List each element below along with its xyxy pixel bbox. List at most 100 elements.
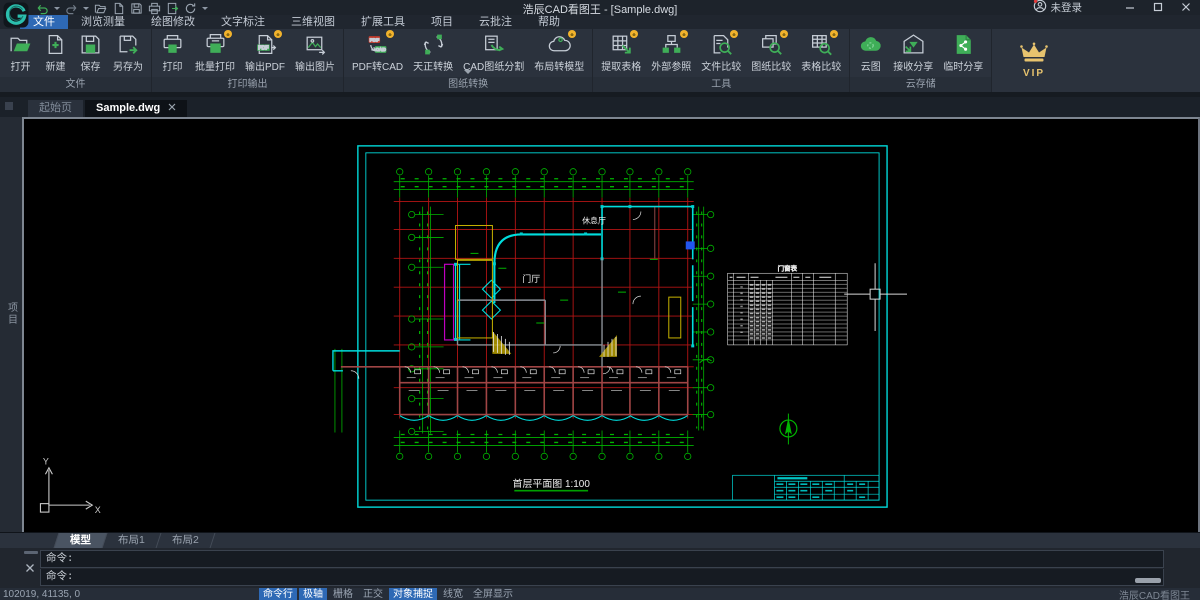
toggle-grid[interactable]: 栅格 (329, 588, 357, 600)
plan-title: 首层平面图 1:100 (513, 477, 591, 490)
ribbon-group-label: 工具 (593, 77, 849, 92)
cloud-drawing-button[interactable]: 云图 (853, 31, 888, 74)
vip-badge-icon (680, 30, 688, 38)
app-logo-icon[interactable] (3, 2, 29, 28)
undo-dropdown-icon[interactable] (54, 7, 60, 13)
extract-table-icon (609, 32, 634, 57)
layout-tab-layout1[interactable]: 布局1 (103, 533, 162, 548)
layout-tab-layout2[interactable]: 布局2 (156, 533, 215, 548)
tab-start-page[interactable]: 起始页 (28, 100, 83, 117)
menu-bar: 文件 浏览测量 绘图修改 文字标注 三维视图 扩展工具 项目 云批注 帮助 (0, 15, 1200, 29)
qat-save-icon[interactable] (130, 2, 143, 15)
close-button[interactable] (1180, 1, 1192, 13)
ribbon-group-label: 文件 (0, 77, 151, 92)
drawing-canvas[interactable]: 门窗表 休息厅 门厅 首层平面图 1:100 (22, 117, 1200, 532)
export-pdf-button[interactable]: PDF 输出PDF (240, 31, 290, 74)
pdf-to-cad-button[interactable]: PDF CAD PDF转CAD (347, 31, 408, 74)
wall-grips (454, 205, 694, 347)
temp-share-button[interactable]: 临时分享 (938, 31, 988, 74)
panel-toggle-icon[interactable] (5, 102, 13, 110)
menu-cloud-annotate[interactable]: 云批注 (466, 15, 525, 29)
user-avatar-icon (1033, 0, 1047, 16)
qat-open-icon[interactable] (94, 2, 107, 15)
command-scrollbar-thumb[interactable] (1135, 578, 1161, 583)
menu-browse-measure[interactable]: 浏览测量 (68, 15, 138, 29)
open-button[interactable]: 打开 (3, 31, 38, 74)
print-button[interactable]: 打印 (155, 31, 190, 74)
tab-close-icon[interactable] (168, 100, 176, 117)
cloud-drawing-icon (858, 32, 883, 57)
vip-label: VIP (1023, 68, 1045, 79)
menu-draw-modify[interactable]: 绘图修改 (138, 15, 208, 29)
left-panel-strip: 项目 (0, 117, 22, 532)
menu-project[interactable]: 项目 (418, 15, 466, 29)
cad-split-icon (481, 32, 506, 57)
new-button[interactable]: 新建 (38, 31, 73, 74)
menu-3d-view[interactable]: 三维视图 (278, 15, 348, 29)
layout-to-model-button[interactable]: 布局转模型 (529, 31, 589, 74)
tianzheng-convert-icon (421, 32, 446, 57)
qat-refresh-icon[interactable] (184, 2, 197, 15)
vip-badge-icon (630, 30, 638, 38)
qat-print-icon[interactable] (148, 2, 161, 15)
cad-drawing[interactable]: 门窗表 休息厅 门厅 首层平面图 1:100 (24, 119, 1198, 532)
login-status: 未登录 (1051, 0, 1083, 15)
extract-table-button[interactable]: 提取表格 (596, 31, 646, 74)
group-dropdown-icon[interactable] (464, 70, 472, 78)
qat-customize-dropdown-icon[interactable] (202, 7, 208, 13)
menu-text-annotate[interactable]: 文字标注 (208, 15, 278, 29)
layout-tab-bar: 模型 布局1 布局2 (0, 532, 1200, 548)
tianzheng-convert-button[interactable]: 天正转换 (408, 31, 458, 74)
project-panel-tab[interactable]: 项目 (4, 302, 19, 532)
ribbon-group-label: 图纸转换 (344, 77, 592, 92)
redo-icon[interactable] (65, 2, 78, 15)
command-input-line[interactable]: 命令: (40, 569, 1164, 586)
external-reference-icon (659, 32, 684, 57)
layout-tab-model[interactable]: 模型 (54, 533, 108, 548)
tab-sample-dwg[interactable]: Sample.dwg (85, 100, 187, 117)
account-button[interactable]: 未登录 (1033, 0, 1083, 15)
vip-badge-icon (780, 30, 788, 38)
menu-extended-tools[interactable]: 扩展工具 (348, 15, 418, 29)
ribbon-group-label: 云存储 (850, 77, 991, 92)
pdf-to-cad-icon: PDF CAD (365, 32, 390, 57)
title-bar: 浩辰CAD看图王 - [Sample.dwg] 未登录 (0, 0, 1200, 15)
file-compare-button[interactable]: 文件比较 (696, 31, 746, 74)
menu-help[interactable]: 帮助 (525, 15, 573, 29)
temp-share-icon (951, 32, 976, 57)
export-image-button[interactable]: 输出图片 (290, 31, 340, 74)
external-reference-button[interactable]: 外部参照 (646, 31, 696, 74)
toggle-ortho[interactable]: 正交 (359, 588, 387, 600)
title-block (733, 475, 880, 500)
minimize-button[interactable] (1124, 1, 1136, 13)
main-area: 项目 (0, 117, 1200, 532)
undo-icon[interactable] (36, 2, 49, 15)
vip-button[interactable]: VIP (1018, 29, 1050, 92)
receive-share-button[interactable]: 接收分享 (888, 31, 938, 74)
drawing-compare-button[interactable]: 图纸比较 (746, 31, 796, 74)
command-history-line[interactable]: 命令: (40, 550, 1164, 568)
ribbon-group-drawing-convert: PDF CAD PDF转CAD 天正转换 (344, 29, 593, 92)
command-close-icon[interactable] (25, 560, 35, 570)
toggle-command-line[interactable]: 命令行 (259, 588, 297, 600)
qat-export-icon[interactable] (166, 2, 179, 15)
svg-text:PDF: PDF (370, 37, 380, 43)
table-compare-button[interactable]: 表格比较 (796, 31, 846, 74)
command-window: 命令: 命令: (0, 548, 1200, 588)
toggle-fullscreen[interactable]: 全屏显示 (469, 588, 517, 600)
dimension-lines (335, 169, 714, 460)
toggle-polar[interactable]: 极轴 (299, 588, 327, 600)
svg-text:CAD: CAD (376, 47, 387, 53)
toggle-osnap[interactable]: 对象捕捉 (389, 588, 437, 600)
save-as-button[interactable]: 另存为 (108, 31, 148, 74)
accent-shapes (445, 225, 695, 339)
cad-split-button[interactable]: CAD图纸分割 (458, 31, 529, 74)
maximize-button[interactable] (1152, 1, 1164, 13)
batch-print-button[interactable]: 批量打印 (190, 31, 240, 74)
ribbon-group-tools: 提取表格 外部参照 (593, 29, 850, 92)
command-window-grip[interactable] (24, 551, 38, 554)
save-button[interactable]: 保存 (73, 31, 108, 74)
toggle-lineweight[interactable]: 线宽 (439, 588, 467, 600)
qat-new-icon[interactable] (112, 2, 125, 15)
redo-dropdown-icon[interactable] (83, 7, 89, 13)
